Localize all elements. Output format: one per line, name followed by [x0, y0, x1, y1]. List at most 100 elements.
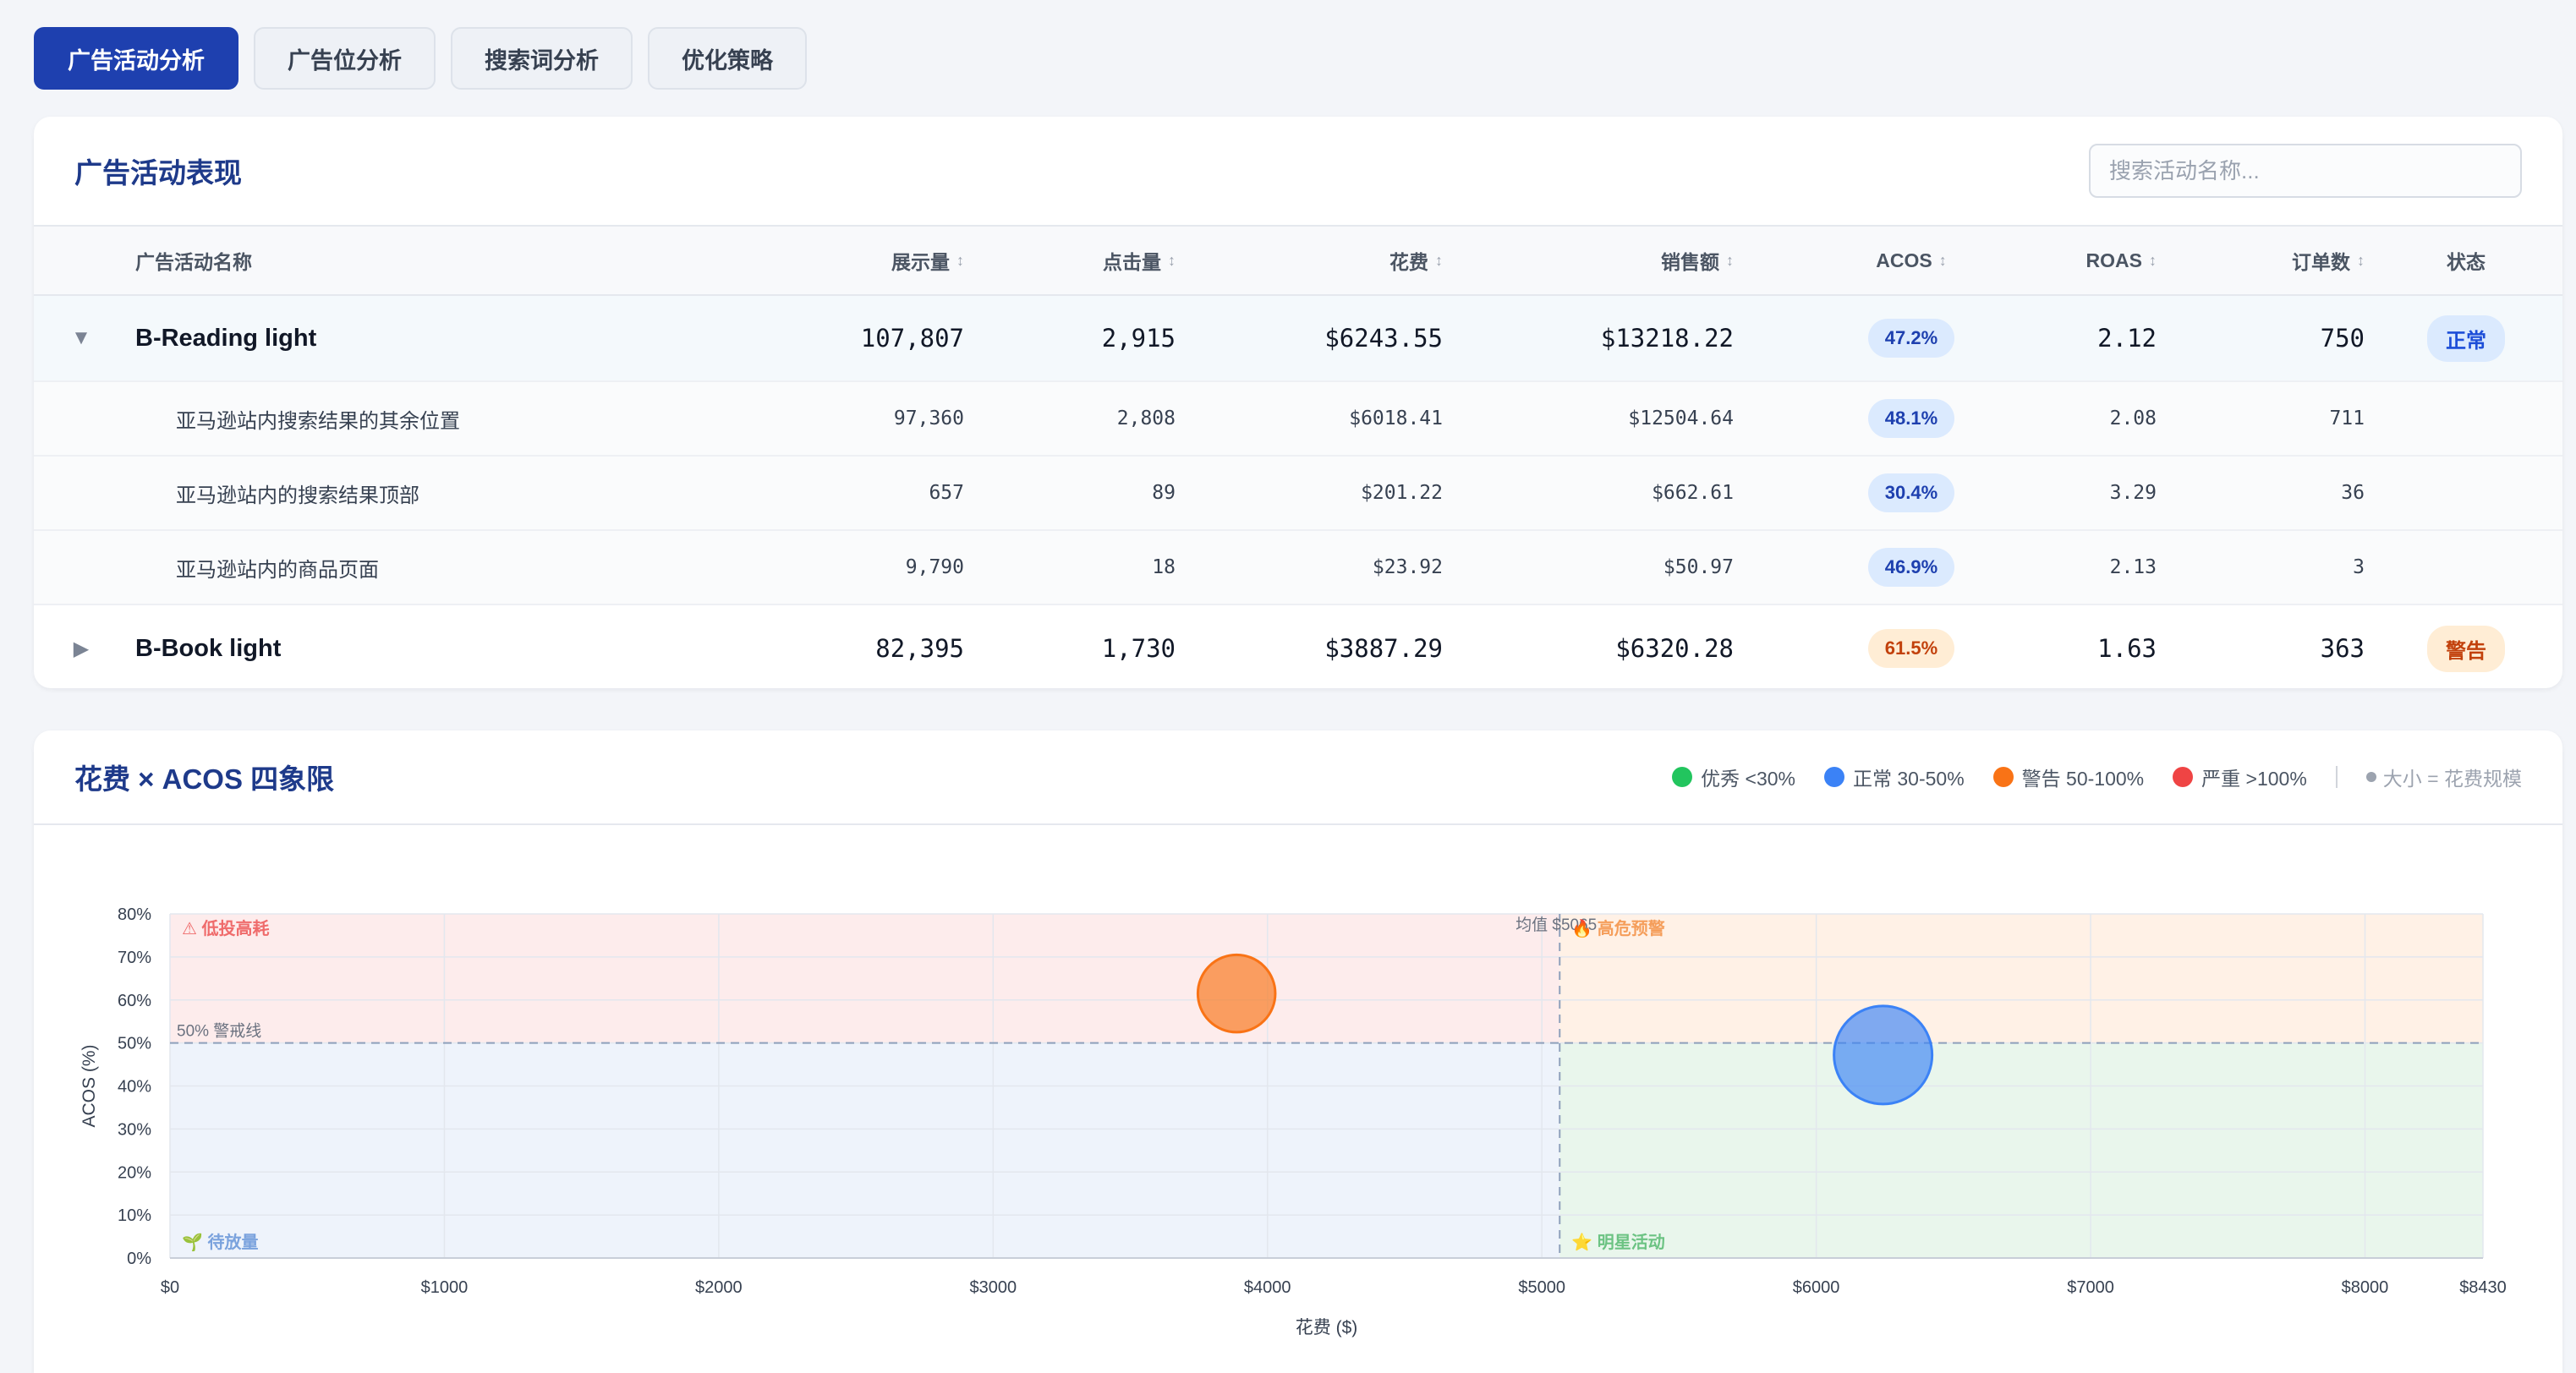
quadrant-card-header: 花费 × ACOS 四象限 优秀 <30% 正常 30-50% 警告 50-10…: [34, 730, 2562, 825]
placement-name: 亚马逊站内的商品页面: [176, 558, 379, 582]
spend-value: $3887.29: [1324, 634, 1443, 663]
clicks-value: 1,730: [1101, 634, 1176, 663]
quadrant-bg-top-right: [1559, 914, 2483, 1043]
placement-name: 亚马逊站内的搜索结果顶部: [176, 484, 419, 507]
table-row-campaign[interactable]: ▼ B-Reading light 107,807 2,915 $6243.55…: [34, 296, 2562, 382]
legend-item-warning: 警告 50-100%: [1992, 763, 2144, 791]
acos-cell: 30.4%: [1827, 457, 1996, 529]
table-header: 广告活动名称 展示量 ↕ 点击量 ↕ 花费 ↕ 销售额 ↕ ACOS ↕ ROAS ↕ 订单…: [34, 227, 2562, 296]
acos-pill: 30.4%: [1867, 473, 1955, 512]
collapse-toggle-icon[interactable]: ▼: [56, 296, 107, 380]
x-tick-label: $1000: [421, 1278, 469, 1297]
status-badge: 警告: [2427, 625, 2505, 672]
x-tick-label: $6000: [1793, 1278, 1840, 1297]
legend-size-note: 大小 = 花费规模: [2365, 763, 2522, 791]
chart-legend: 优秀 <30% 正常 30-50% 警告 50-100% 严重 >100% 大小…: [1672, 763, 2522, 791]
table-row-placement: 亚马逊站内的搜索结果顶部 657 89 $201.22 $662.61 30.4…: [34, 457, 2562, 531]
clicks-value: 18: [1152, 556, 1176, 578]
col-header-orders[interactable]: 订单数 ↕: [2199, 227, 2365, 294]
size-dot-icon: [2365, 772, 2376, 782]
quadrant-bg-top-left: [170, 914, 1560, 1043]
quadrant-chart-card: 花费 × ACOS 四象限 优秀 <30% 正常 30-50% 警告 50-10…: [34, 730, 2562, 1373]
y-tick-label: 20%: [118, 1163, 151, 1182]
col-header-roas[interactable]: ROAS ↕: [2004, 227, 2157, 294]
campaign-search-input[interactable]: [2089, 144, 2522, 198]
campaign-name: B-Reading light: [135, 324, 317, 352]
table-row-placement: 亚马逊站内的商品页面 9,790 18 $23.92 $50.97 46.9% …: [34, 531, 2562, 605]
quadrant-bg-bottom-right: [1559, 1042, 2483, 1258]
impressions-value: 82,395: [875, 634, 964, 663]
acos-cell: 61.5%: [1827, 605, 1996, 688]
sort-icon: ↕: [2149, 251, 2157, 269]
clicks-value: 89: [1152, 482, 1176, 504]
col-header-impressions[interactable]: 展示量 ↕: [693, 227, 964, 294]
col-header-status: 状态: [2447, 251, 2486, 273]
x-tick-label: $5000: [1518, 1278, 1565, 1297]
status-cell: 正常: [2407, 296, 2525, 380]
y-tick-label: 30%: [118, 1120, 151, 1139]
legend-item-severe: 严重 >100%: [2173, 763, 2307, 791]
tab-optimization-strategy[interactable]: 优化策略: [648, 27, 807, 90]
data-point-b-book-light: [1196, 953, 1277, 1034]
x-axis-title: 花费 ($): [1296, 1318, 1358, 1337]
spend-value: $201.22: [1361, 482, 1443, 504]
orders-value: 36: [2341, 482, 2365, 504]
acos-pill: 47.2%: [1867, 319, 1955, 358]
col-header-spend[interactable]: 花费 ↕: [1218, 227, 1443, 294]
x-tick-label: $2000: [695, 1278, 743, 1297]
campaign-card-header: 广告活动表现: [34, 117, 2562, 227]
acos-pill: 61.5%: [1867, 629, 1955, 668]
tab-placement-analysis[interactable]: 广告位分析: [254, 27, 436, 90]
analysis-tabs: 广告活动分析 广告位分析 搜索词分析 优化策略: [34, 27, 807, 90]
quadrant-label-bottom-left: 🌱 待放量: [182, 1232, 258, 1252]
sales-value: $13218.22: [1600, 324, 1734, 353]
sort-icon: ↕: [1435, 251, 1443, 269]
acos-cell: 47.2%: [1827, 296, 1996, 380]
x-tick-label: $3000: [969, 1278, 1017, 1297]
tab-campaign-analysis[interactable]: 广告活动分析: [34, 27, 238, 90]
y-tick-label: 80%: [118, 905, 151, 924]
x-tick-label: $8000: [2342, 1278, 2389, 1297]
roas-value: 1.63: [2097, 634, 2157, 663]
spend-value: $23.92: [1372, 556, 1443, 578]
legend-item-excellent: 优秀 <30%: [1672, 763, 1795, 791]
roas-value: 2.08: [2109, 408, 2157, 429]
orders-value: 711: [2329, 408, 2365, 429]
placement-name: 亚马逊站内搜索结果的其余位置: [176, 409, 460, 433]
status-badge: 正常: [2427, 315, 2505, 362]
x-tick-label: $0: [161, 1278, 179, 1297]
x-tick-label: $4000: [1244, 1278, 1291, 1297]
y-tick-label: 10%: [118, 1206, 151, 1225]
spend-value: $6243.55: [1324, 324, 1443, 353]
sales-value: $50.97: [1663, 556, 1734, 578]
orders-value: 3: [2353, 556, 2365, 578]
expand-toggle-icon[interactable]: ▶: [56, 605, 107, 688]
y-tick-label: 70%: [118, 949, 151, 967]
acos-pill: 48.1%: [1867, 399, 1955, 438]
orders-value: 750: [2320, 324, 2365, 353]
legend-dot: [2173, 767, 2194, 787]
impressions-value: 107,807: [860, 324, 964, 353]
legend-dot: [1672, 767, 1693, 787]
legend-dot: [1823, 767, 1844, 787]
acos-cell: 46.9%: [1827, 531, 1996, 604]
quadrant-card-title: 花费 × ACOS 四象限: [74, 763, 335, 795]
status-cell: 警告: [2407, 605, 2525, 688]
col-header-acos[interactable]: ACOS ↕: [1827, 227, 1996, 294]
impressions-value: 9,790: [905, 556, 964, 578]
data-point-b-reading-light: [1833, 1004, 1934, 1106]
impressions-value: 657: [929, 482, 964, 504]
y-tick-label: 50%: [118, 1035, 151, 1053]
legend-divider: [2335, 766, 2338, 788]
sales-value: $662.61: [1652, 482, 1734, 504]
table-row-campaign[interactable]: ▶ B-Book light 82,395 1,730 $3887.29 $63…: [34, 605, 2562, 688]
clicks-value: 2,915: [1101, 324, 1176, 353]
col-header-sales[interactable]: 销售额 ↕: [1488, 227, 1734, 294]
sales-value: $6320.28: [1615, 634, 1734, 663]
col-header-clicks[interactable]: 点击量 ↕: [1006, 227, 1176, 294]
spend-value: $6018.41: [1349, 408, 1443, 429]
campaign-card-title: 广告活动表现: [74, 157, 242, 189]
sales-value: $12504.64: [1628, 408, 1734, 429]
tab-search-term-analysis[interactable]: 搜索词分析: [451, 27, 633, 90]
sort-icon: ↕: [1938, 251, 1947, 269]
